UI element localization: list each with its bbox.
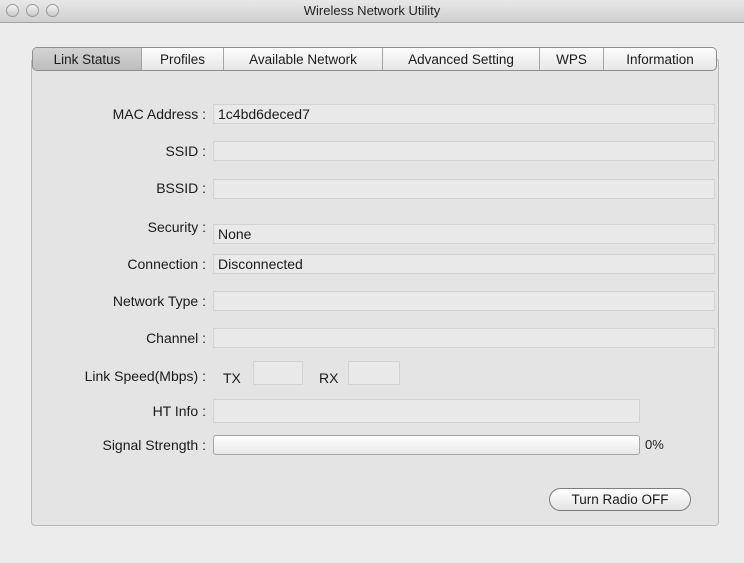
tab-available-network[interactable]: Available Network (224, 48, 383, 70)
tab-wps[interactable]: WPS (540, 48, 604, 70)
connection-field: Disconnected (213, 254, 715, 274)
ht-info-label: HT Info : (152, 403, 206, 419)
mac-address-field: 1c4bd6deced7 (213, 104, 715, 124)
tab-information[interactable]: Information (604, 48, 716, 70)
channel-label: Channel : (146, 330, 206, 346)
network-type-field (213, 291, 715, 311)
tx-field (253, 361, 303, 385)
channel-field (213, 328, 715, 348)
ssid-field (213, 141, 715, 161)
tab-bar: Link Status Profiles Available Network A… (32, 47, 717, 71)
connection-label: Connection : (127, 256, 206, 272)
ht-info-field (213, 399, 640, 423)
rx-label: RX (319, 370, 339, 386)
tx-label: TX (223, 370, 241, 386)
network-type-label: Network Type : (112, 293, 206, 309)
security-field: None (213, 224, 715, 244)
rx-field (348, 361, 400, 385)
link-speed-label: Link Speed(Mbps) : (84, 368, 206, 384)
title-bar: Wireless Network Utility (0, 0, 744, 23)
signal-strength-label: Signal Strength : (102, 437, 206, 453)
mac-address-label: MAC Address : (112, 106, 206, 122)
tab-advanced-setting[interactable]: Advanced Setting (383, 48, 540, 70)
signal-strength-percent: 0% (645, 437, 664, 452)
signal-strength-bar (213, 435, 640, 455)
bssid-label: BSSID : (156, 180, 206, 196)
tab-profiles[interactable]: Profiles (142, 48, 224, 70)
window-title: Wireless Network Utility (303, 3, 441, 18)
security-label: Security : (147, 219, 206, 235)
bssid-field (213, 179, 715, 199)
tab-link-status[interactable]: Link Status (33, 48, 142, 70)
turn-radio-off-button[interactable]: Turn Radio OFF (549, 488, 691, 511)
ssid-label: SSID : (165, 143, 206, 159)
